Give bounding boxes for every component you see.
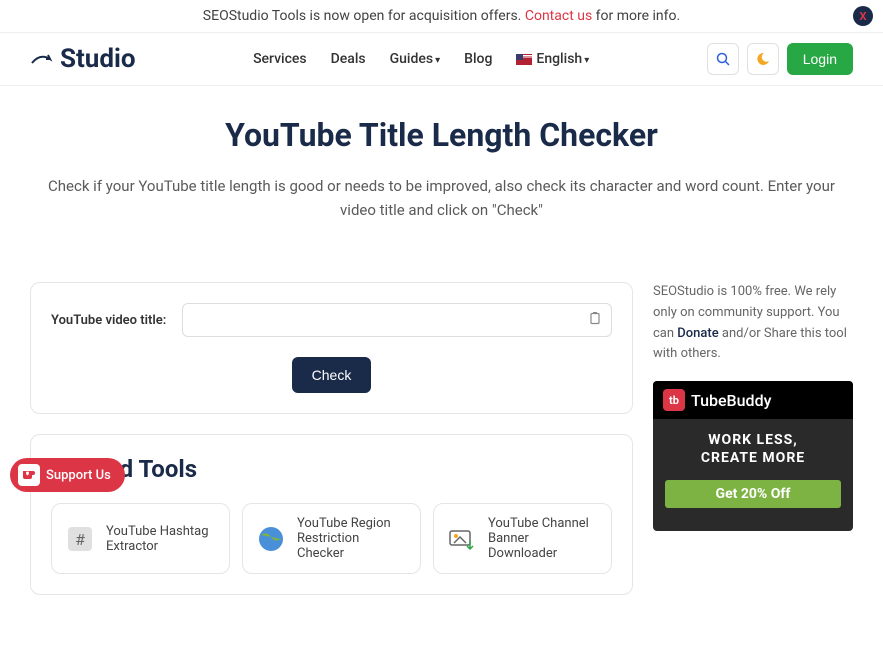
ad-line1: WORK LESS,	[661, 431, 845, 449]
acquisition-banner: SEOStudio Tools is now open for acquisit…	[0, 0, 883, 33]
search-icon	[716, 52, 730, 66]
header: Studio Services Deals Guides▾ Blog Engli…	[0, 33, 883, 86]
tool-card-hashtag[interactable]: # YouTube Hashtag Extractor	[51, 503, 230, 574]
support-label: Support Us	[46, 468, 111, 483]
search-button[interactable]	[707, 43, 739, 75]
title-input-label: YouTube video title:	[51, 313, 166, 328]
banner-text: SEOStudio Tools is now open for acquisit…	[203, 8, 525, 24]
moon-icon	[756, 52, 770, 66]
logo[interactable]: Studio	[30, 44, 136, 74]
chevron-down-icon: ▾	[584, 55, 589, 66]
contact-link[interactable]: Contact us	[525, 8, 592, 24]
tool-name: YouTube Hashtag Extractor	[106, 524, 217, 554]
hashtag-icon: #	[64, 523, 96, 555]
sidebar: SEOStudio is 100% free. We rely only on …	[653, 282, 853, 615]
close-banner-button[interactable]: X	[853, 6, 873, 26]
support-us-button[interactable]: Support Us	[10, 458, 125, 492]
ad-line2: CREATE MORE	[661, 449, 845, 467]
related-tools-card: Related Tools # YouTube Hashtag Extracto…	[30, 434, 633, 595]
tool-name: YouTube Region Restriction Checker	[297, 516, 408, 561]
ad-cta: Get 20% Off	[665, 480, 841, 508]
theme-toggle-button[interactable]	[747, 43, 779, 75]
svg-text:#: #	[75, 530, 85, 549]
tool-name: YouTube Channel Banner Downloader	[488, 516, 599, 561]
ad-logo-icon: tb	[663, 389, 685, 411]
page-subtitle: Check if your YouTube title length is go…	[42, 174, 842, 222]
banner-text-after: for more info.	[592, 8, 680, 24]
donate-link[interactable]: Donate	[677, 326, 718, 341]
nav-blog[interactable]: Blog	[464, 51, 492, 67]
us-flag-icon	[516, 54, 532, 65]
nav-guides[interactable]: Guides▾	[390, 51, 441, 67]
tool-card-region[interactable]: YouTube Region Restriction Checker	[242, 503, 421, 574]
header-actions: Login	[707, 43, 853, 75]
sidebar-support-text: SEOStudio is 100% free. We rely only on …	[653, 282, 853, 365]
chevron-down-icon: ▾	[435, 55, 440, 66]
clipboard-icon[interactable]	[588, 311, 602, 330]
page-title: YouTube Title Length Checker	[20, 116, 863, 154]
tool-card-banner[interactable]: YouTube Channel Banner Downloader	[433, 503, 612, 574]
globe-icon	[255, 523, 287, 555]
logo-text: Studio	[60, 44, 136, 74]
nav-deals[interactable]: Deals	[331, 51, 366, 67]
image-download-icon	[446, 523, 478, 555]
logo-icon	[30, 49, 60, 69]
tubebuddy-ad[interactable]: tb TubeBuddy WORK LESS, CREATE MORE Get …	[653, 381, 853, 531]
check-button[interactable]: Check	[292, 357, 372, 393]
ad-brand: TubeBuddy	[691, 391, 771, 410]
checker-card: YouTube video title: Check	[30, 282, 633, 414]
nav: Services Deals Guides▾ Blog English▾	[253, 51, 589, 67]
nav-services[interactable]: Services	[253, 51, 307, 67]
related-title: Related Tools	[51, 455, 612, 483]
kofi-icon	[18, 464, 40, 486]
login-button[interactable]: Login	[787, 43, 853, 75]
nav-language[interactable]: English▾	[516, 51, 589, 67]
title-input[interactable]	[182, 303, 612, 337]
